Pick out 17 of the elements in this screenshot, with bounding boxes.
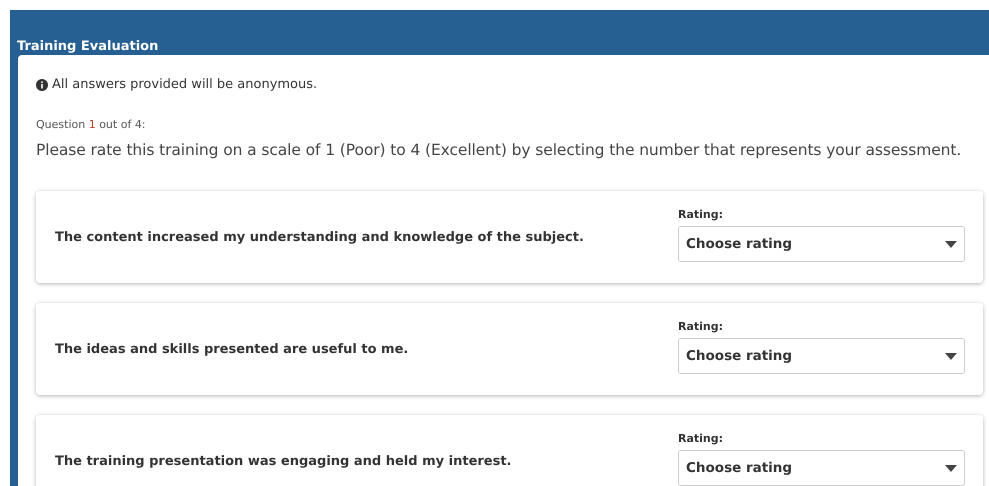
rating-label: Rating: <box>678 430 724 446</box>
caret-icon <box>945 240 957 248</box>
page-title: Training Evaluation <box>17 38 160 55</box>
info-icon <box>36 78 48 91</box>
instructions-text: Please rate this training on a scale of 1 (Poor) to 4 (Excellent) by selecting the number that represents your assessment. <box>36 140 962 161</box>
rating-label: Rating: <box>678 206 724 222</box>
question-counter: Question 1 out of 4: <box>36 116 147 132</box>
rating-select[interactable]: Choose rating <box>678 226 965 262</box>
anonymity-notice: All answers provided will be anonymous. <box>52 76 318 94</box>
rating-select[interactable]: Choose rating <box>678 338 965 374</box>
caret-icon <box>945 352 957 360</box>
rating-select[interactable]: Choose rating <box>678 450 965 486</box>
rating-label: Rating: <box>678 318 724 334</box>
question-text: The ideas and skills presented are useful to me. <box>55 340 408 358</box>
caret-icon <box>945 464 957 472</box>
question-text: The training presentation was engaging and held my interest. <box>55 452 512 470</box>
question-text: The content increased my understanding and knowledge of the subject. <box>55 228 584 246</box>
